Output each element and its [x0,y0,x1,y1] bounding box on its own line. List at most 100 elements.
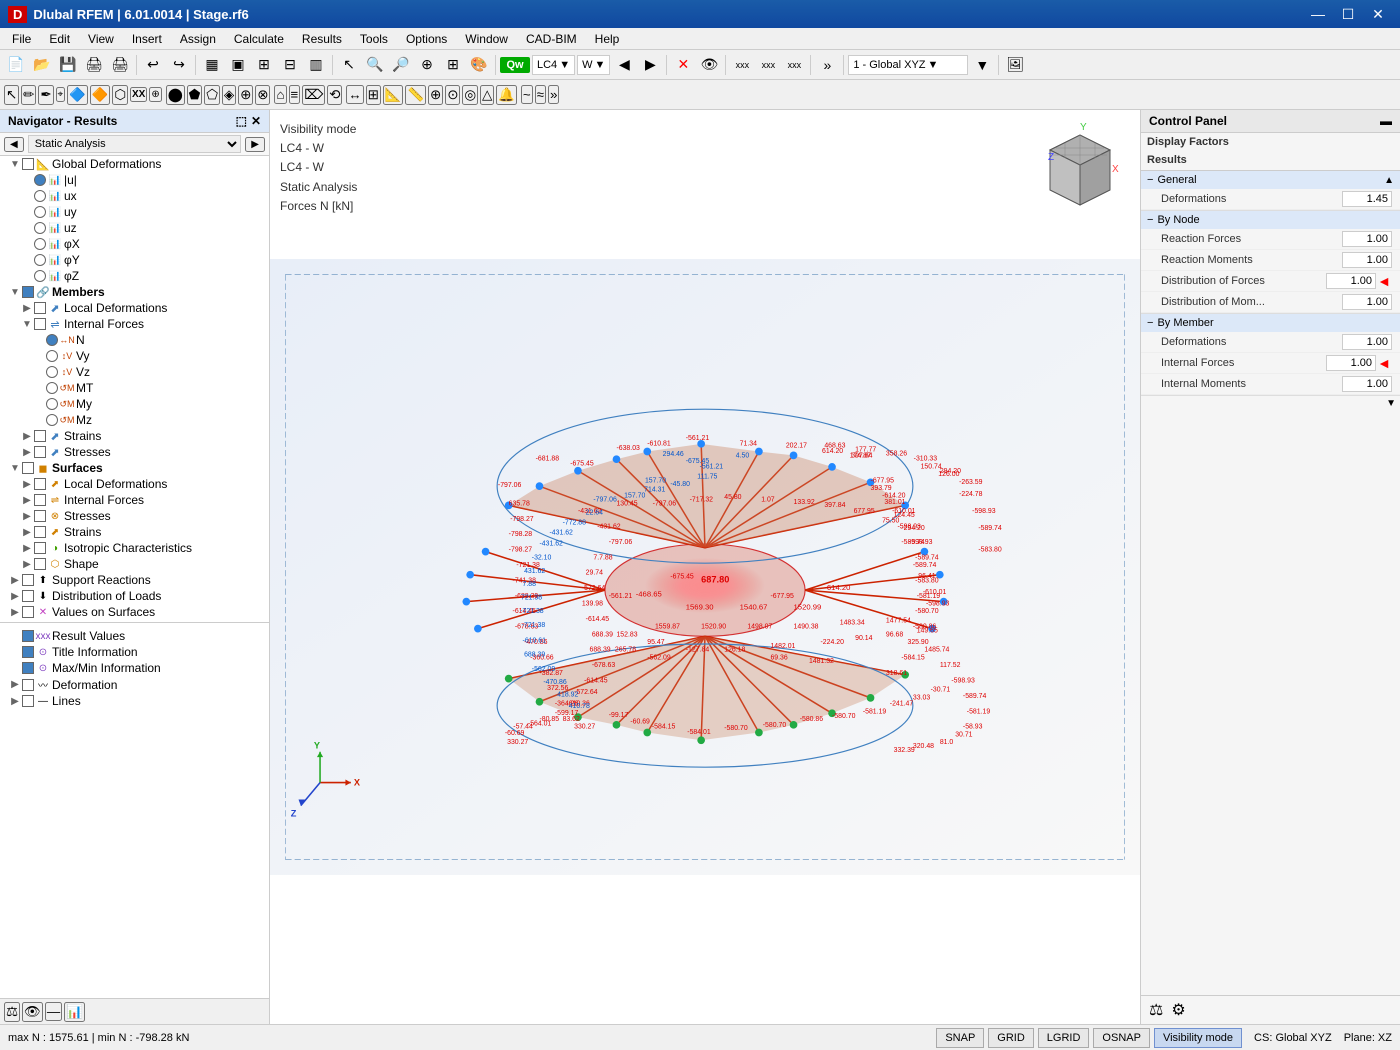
cp-value-reaction-moments[interactable] [1342,252,1392,268]
tree-surfaces[interactable]: ▼ ◼ Surfaces [0,460,269,476]
tree-lines[interactable]: ▶ — Lines [0,693,269,709]
cp-value-mem-deformations[interactable] [1342,334,1392,350]
rb-phiy[interactable] [34,254,46,266]
tb2-23[interactable]: ⊕ [428,85,443,105]
tree-Vz[interactable]: ↕V Vz [0,364,269,380]
tb2-25[interactable]: ◎ [462,85,478,105]
tb-open[interactable]: 📂 [30,53,54,77]
menu-tools[interactable]: Tools [352,30,396,48]
cp-value-deformations[interactable] [1342,191,1392,207]
rb-Vz[interactable] [46,366,58,378]
rb-My[interactable] [46,398,58,410]
cb-result-values[interactable] [22,630,34,642]
cube-nav[interactable]: X Y Z [1030,120,1130,220]
tb2-15[interactable]: ⌂ [274,85,286,104]
tree-phix[interactable]: 📊 φX [0,236,269,252]
tb2-5[interactable]: 🔷 [67,85,88,105]
rb-N[interactable] [46,334,58,346]
cb-global-def[interactable] [22,158,34,170]
tree-u-abs[interactable]: 📊 |u| [0,172,269,188]
tb2-29[interactable]: ≈ [535,85,546,104]
cp-value-mem-int-forces[interactable] [1326,355,1376,371]
bt-scale[interactable]: ⚖ [4,1002,20,1022]
cb-surf-local-def[interactable] [34,478,46,490]
tb-zoom-out[interactable]: 🔎 [389,53,413,77]
tree-values-surfaces[interactable]: ▶ ✕ Values on Surfaces [0,604,269,620]
bt-dash[interactable]: — [45,1002,62,1021]
tree-result-values[interactable]: xxx Result Values [0,628,269,644]
tb-xxx1[interactable]: xxx [730,53,754,77]
tb-redo[interactable]: ↪ [167,53,191,77]
cb-surfaces[interactable] [22,462,34,474]
tb2-21[interactable]: 📐 [383,85,404,105]
cb-strains[interactable] [34,430,46,442]
tb-right[interactable]: ▶ [638,53,662,77]
tree-strains[interactable]: ▶ ⬈ Strains [0,428,269,444]
menu-help[interactable]: Help [587,30,628,48]
menu-file[interactable]: File [4,30,39,48]
cp-value-mem-int-moments[interactable] [1342,376,1392,392]
tb2-node[interactable]: XX [130,87,147,102]
tree-My[interactable]: ↺M My [0,396,269,412]
tree-deformation[interactable]: ▶ 〰 Deformation [0,676,269,693]
menu-insert[interactable]: Insert [124,30,170,48]
rb-phiz[interactable] [34,270,46,282]
tb2-7[interactable]: ⬡ [112,85,128,105]
tree-support-reactions[interactable]: ▶ ⬆ Support Reactions [0,572,269,588]
tb2-24[interactable]: ⊙ [445,85,460,105]
rb-uz[interactable] [34,222,46,234]
tree-shape[interactable]: ▶ ⬡ Shape [0,556,269,572]
tree-Vy[interactable]: ↕V Vy [0,348,269,364]
tb2-22[interactable]: 📏 [405,85,426,105]
cb-title-info[interactable] [22,646,34,658]
cb-shape[interactable] [34,558,46,570]
cb-isotropic[interactable] [34,542,46,554]
menu-window[interactable]: Window [457,30,516,48]
rb-phix[interactable] [34,238,46,250]
tree-int-forces[interactable]: ▼ ⇌ Internal Forces [0,316,269,332]
cp-scroll-up[interactable]: ▲ [1384,175,1394,186]
tb2-6[interactable]: 🔶 [90,85,111,105]
tree-dist-loads[interactable]: ▶ ⬇ Distribution of Loads [0,588,269,604]
minimize-btn[interactable]: — [1304,4,1332,24]
nav-next[interactable]: ▶ [245,137,265,152]
cp-scale-icon[interactable]: ⚖ [1149,1000,1163,1020]
cp-value-dist-forces[interactable] [1326,273,1376,289]
global-xyz-dropdown[interactable]: 1 - Global XYZ ▼ [848,55,968,75]
tb2-20[interactable]: ⊞ [366,85,381,105]
tree-MT[interactable]: ↺M MT [0,380,269,396]
cb-lines[interactable] [22,695,34,707]
tb-nav[interactable]: ▼ [970,53,994,77]
tb2-3[interactable]: ✒ [38,85,53,105]
cb-support-reactions[interactable] [22,574,34,586]
tree-Mz[interactable]: ↺M Mz [0,412,269,428]
tb2-26[interactable]: △ [480,85,494,105]
tb-grid4[interactable]: ⊟ [278,53,302,77]
tb-zoom-in[interactable]: 🔍 [363,53,387,77]
tb-grid2[interactable]: ▣ [226,53,250,77]
tb-eye[interactable]: 👁 [697,53,721,77]
tb2-13[interactable]: ⊕ [238,85,253,105]
cp-group-bymember-header[interactable]: − By Member [1141,314,1400,332]
tb-grid3[interactable]: ⊞ [252,53,276,77]
cb-values-surfaces[interactable] [22,606,34,618]
menu-options[interactable]: Options [398,30,455,48]
menu-calculate[interactable]: Calculate [226,30,292,48]
status-visibility[interactable]: Visibility mode [1154,1028,1242,1048]
tb-save[interactable]: 💾 [56,53,80,77]
status-lgrid[interactable]: LGRID [1038,1028,1090,1048]
tree-local-def[interactable]: ▶ ⬈ Local Deformations [0,300,269,316]
tree-title-info[interactable]: ⊙ Title Information [0,644,269,660]
tb2-8[interactable]: ⊕ [149,87,161,102]
cp-minimize[interactable]: ▬ [1380,114,1392,128]
tb2-19[interactable]: ↔ [346,85,363,104]
tree-members[interactable]: ▼ 🔗 Members [0,284,269,300]
tb-print2[interactable]: 🖨 [108,53,132,77]
tb2-16[interactable]: ≡ [289,85,301,104]
tree-global-deformations[interactable]: ▼ 📐 Global Deformations [0,156,269,172]
tb2-27[interactable]: 🔔 [496,85,517,105]
tb-undo[interactable]: ↩ [141,53,165,77]
tb-xxx3[interactable]: xxx [782,53,806,77]
cp-settings-icon[interactable]: ⚙ [1171,1000,1185,1020]
title-controls[interactable]: — ☐ ✕ [1304,4,1392,24]
